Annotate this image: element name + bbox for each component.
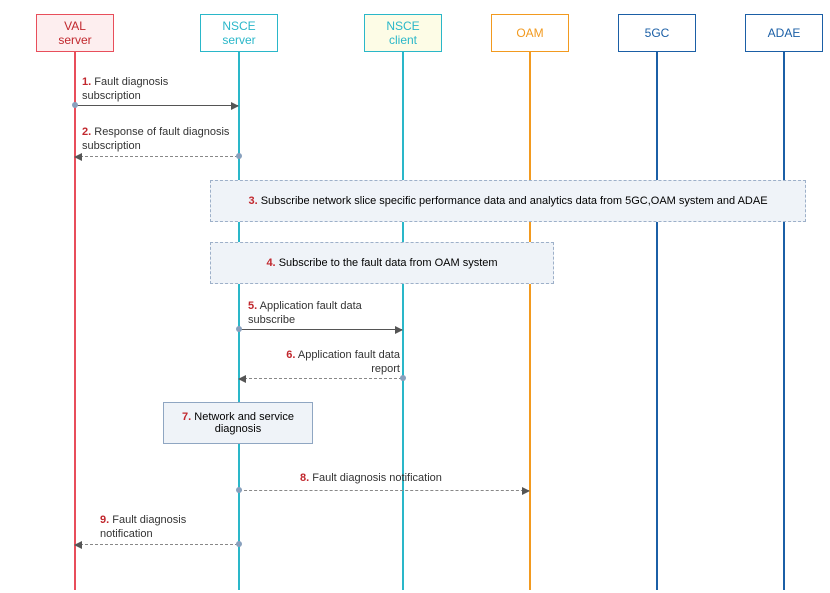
- lifeline-adae: [783, 52, 785, 590]
- arrow-head-icon: [395, 326, 403, 334]
- msg-num: 6.: [286, 349, 295, 361]
- msg-text: Fault diagnosis subscription: [82, 76, 168, 102]
- msg6-label: 6. Application fault data report: [275, 349, 400, 377]
- arrow-head-icon: [231, 102, 239, 110]
- lifeline-5gc: [656, 52, 658, 590]
- msg-origin-dot: [400, 375, 406, 381]
- msg-num: 1.: [82, 76, 91, 88]
- participant-label: NSCEclient: [386, 19, 419, 48]
- msg8-arrow: [239, 490, 529, 491]
- participant-label: ADAE: [768, 26, 801, 40]
- msg-text: Application fault data subscribe: [248, 300, 362, 326]
- fragment-subscribe-fault-oam: 4. Subscribe to the fault data from OAM …: [210, 242, 554, 284]
- msg-num: 7.: [182, 411, 191, 423]
- msg-text: Network and service diagnosis: [194, 411, 294, 435]
- msg-origin-dot: [236, 153, 242, 159]
- msg-origin-dot: [236, 326, 242, 332]
- msg2-label: 2. Response of fault diagnosis subscript…: [82, 126, 237, 154]
- msg1-label: 1. Fault diagnosis subscription: [82, 76, 227, 104]
- msg1-arrow: [75, 105, 238, 106]
- lifeline-nsce-server: [238, 52, 240, 590]
- msg-num: 2.: [82, 126, 91, 138]
- msg-num: 9.: [100, 514, 109, 526]
- msg8-label: 8. Fault diagnosis notification: [300, 472, 500, 486]
- msg-num: 4.: [266, 257, 275, 269]
- participant-oam: OAM: [491, 14, 569, 52]
- msg-origin-dot: [236, 541, 242, 547]
- participant-val: VALserver: [36, 14, 114, 52]
- lifeline-oam: [529, 52, 531, 590]
- lifeline-val: [74, 52, 76, 590]
- participant-label: 5GC: [645, 26, 670, 40]
- msg9-arrow: [75, 544, 238, 545]
- msg5-label: 5. Application fault data subscribe: [248, 300, 396, 328]
- participant-5gc: 5GC: [618, 14, 696, 52]
- msg-origin-dot: [236, 487, 242, 493]
- msg-text: Response of fault diagnosis subscription: [82, 126, 229, 152]
- msg-text: Application fault data report: [298, 349, 400, 375]
- arrow-head-icon: [238, 375, 246, 383]
- msg9-label: 9. Fault diagnosis notification: [100, 514, 230, 542]
- msg5-arrow: [239, 329, 402, 330]
- msg-num: 5.: [248, 300, 257, 312]
- msg-origin-dot: [72, 102, 78, 108]
- fragment-subscribe-perf-analytics: 3. Subscribe network slice specific perf…: [210, 180, 806, 222]
- participant-nsce-server: NSCEserver: [200, 14, 278, 52]
- participant-label: VALserver: [58, 19, 91, 48]
- msg-num: 3.: [248, 195, 257, 207]
- participant-label: OAM: [516, 26, 543, 40]
- arrow-head-icon: [74, 153, 82, 161]
- arrow-head-icon: [74, 541, 82, 549]
- arrow-head-icon: [522, 487, 530, 495]
- lifeline-nsce-client: [402, 52, 404, 590]
- note-network-service-diagnosis: 7. Network and service diagnosis: [163, 402, 313, 444]
- msg2-arrow: [75, 156, 238, 157]
- msg-text: Fault diagnosis notification: [312, 472, 442, 484]
- msg-text: Subscribe network slice specific perform…: [261, 195, 768, 207]
- participant-adae: ADAE: [745, 14, 823, 52]
- participant-nsce-client: NSCEclient: [364, 14, 442, 52]
- msg-text: Fault diagnosis notification: [100, 514, 186, 540]
- participant-label: NSCEserver: [222, 19, 255, 48]
- msg6-arrow: [239, 378, 402, 379]
- msg-text: Subscribe to the fault data from OAM sys…: [279, 257, 498, 269]
- msg-num: 8.: [300, 472, 309, 484]
